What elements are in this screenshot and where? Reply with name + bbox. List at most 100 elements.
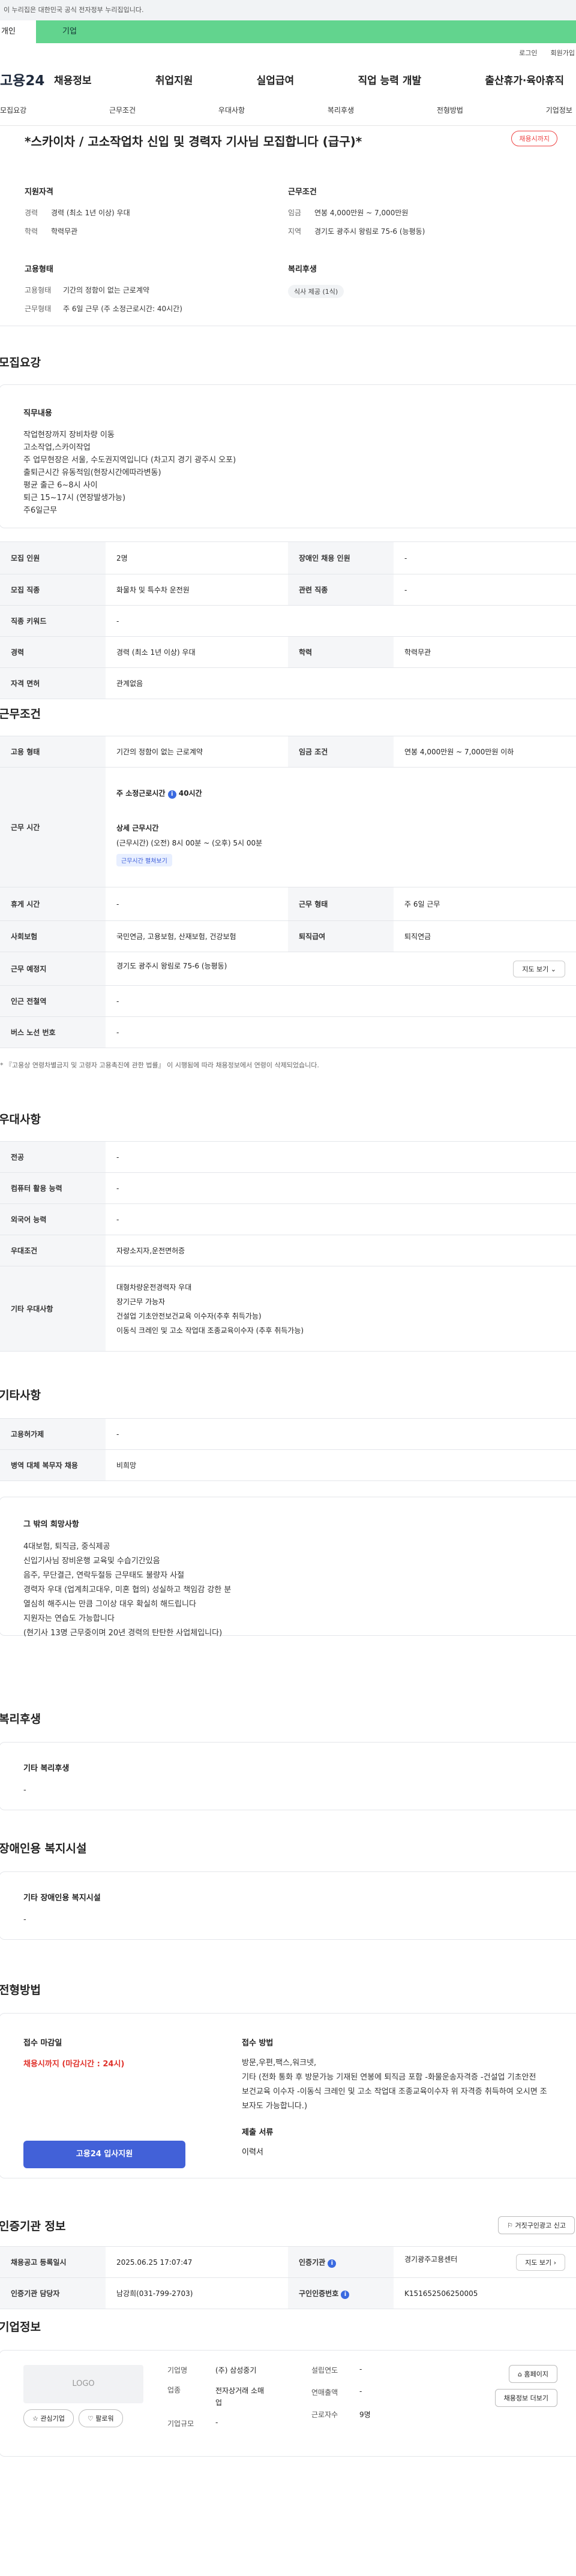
anchor-process[interactable]: 전형방법 — [437, 105, 463, 115]
cell-key: 모집 직종 — [0, 574, 106, 606]
anchor-pref[interactable]: 우대사항 — [218, 105, 245, 115]
anchor-work[interactable]: 근무조건 — [109, 105, 136, 115]
docs-heading: 제출 서류 — [242, 2128, 274, 2137]
cell-value: - — [106, 1016, 576, 1048]
cell-key: 근무 시간 — [0, 767, 106, 887]
signup-link[interactable]: 회원가입 — [551, 43, 575, 64]
agency-map-button[interactable]: 지도 보기 › — [516, 2253, 565, 2271]
chevron-down-icon: ⌄ — [550, 965, 556, 973]
process-heading: 전형방법 — [0, 1984, 41, 1997]
disability-section: 장애인용 복지시설 기타 장애인용 복지시설 - — [0, 1828, 576, 1969]
cell-key: 근무 예정지 — [0, 952, 106, 986]
cell-key: 임금 조건 — [288, 736, 394, 768]
nav-skill-dev[interactable]: 직업 능력 개발 — [352, 72, 427, 87]
welfare-heading: 복리후생 — [288, 265, 317, 274]
home-icon: ⌂ — [518, 2370, 523, 2378]
user-type-tabs: 개인 기업 — [0, 20, 576, 43]
expand-hours-button[interactable]: 근무시간 펼쳐보기 — [116, 854, 172, 866]
wish-line: 신입기사님 장비운행 교육및 수습기간있음 — [23, 1557, 160, 1566]
utility-links: 로그인 회원가입 — [0, 43, 576, 64]
info-icon[interactable]: i — [167, 790, 176, 799]
tab-company[interactable]: 기업 — [36, 20, 576, 43]
kv-key: 임금 — [288, 209, 302, 217]
cell-value: - — [106, 1172, 576, 1204]
star-icon: ☆ — [32, 2415, 38, 2422]
tab-personal[interactable]: 개인 — [0, 20, 36, 43]
company-employees: 9명 — [359, 2411, 371, 2419]
cell-value: 주 6일 근무 — [394, 887, 576, 921]
job-title: *스카이차 / 고소작업차 신입 및 경력자 기사님 모집합니다 (급구)* — [25, 134, 362, 149]
cell-value: 비희망 — [106, 1449, 576, 1481]
pref-line: 이동식 크레인 및 고소 작업대 조종교육이수자 (추후 취득가능) — [116, 1326, 304, 1335]
report-ad-button[interactable]: ⚐ 거짓구인광고 신고 — [498, 2216, 575, 2234]
duty-line: 평균 출근 6~8시 사이 — [23, 481, 98, 490]
kv-value: 주 6일 근무 (주 소정근로시간: 40시간) — [63, 305, 182, 313]
cell-value: 경기광주고용센터 지도 보기 › — [394, 2246, 576, 2278]
kv-key: 고용형태 — [25, 286, 52, 294]
pref-table: 전공 - 컴퓨터 활용 능력 - 외국어 능력 - 우대조건 자량소지자,운전면허증 기… — [0, 1141, 576, 1352]
company-biz: 업 — [215, 2399, 223, 2407]
cell-value: - — [106, 1418, 576, 1450]
kv-key: 기업명 — [167, 2366, 188, 2375]
anchor-recruit[interactable]: 모집요강 — [0, 105, 26, 115]
site-logo[interactable]: 고용24 — [0, 69, 48, 89]
welfare-box: 기타 복리후생 - — [0, 1742, 576, 1810]
cell-value: 자량소지자,운전면허증 — [106, 1235, 576, 1266]
cell-key: 기타 우대사항 — [0, 1266, 106, 1352]
more-jobs-button[interactable]: 채용정보 더보기 — [494, 2389, 557, 2407]
nav-employment-support[interactable]: 취업지원 — [149, 72, 199, 87]
cell-value: 국민연금, 고용보험, 산재보험, 건강보험 — [106, 920, 288, 952]
table-row: 인근 전철역 - — [0, 985, 576, 1017]
duty-line: 고소작업,스카이작업 — [23, 443, 91, 452]
deadline-badge: 채용시까지 — [511, 131, 557, 146]
welfare-box-heading: 기타 복리후생 — [23, 1764, 70, 1773]
nav-unemployment-benefit[interactable]: 실업급여 — [251, 72, 301, 87]
cell-key: 인근 전철역 — [0, 985, 106, 1017]
qualification-heading: 지원자격 — [25, 188, 53, 197]
chevron-right-icon: › — [553, 2258, 556, 2267]
cell-key: 외국어 능력 — [0, 1203, 106, 1235]
duty-box: 직무내용 작업현장까지 장비차량 이동 고소작업,스카이작업 주 업무현장은 서… — [0, 384, 576, 528]
weekly-hours-label: 주 소정근로시간 — [116, 789, 166, 798]
cell-value: - — [394, 574, 576, 606]
cell-key: 우대조건 — [0, 1235, 106, 1266]
cell-key: 근무 형태 — [288, 887, 394, 921]
nav-leave[interactable]: 출산휴가·육아휴직 — [479, 72, 570, 87]
info-icon[interactable]: i — [328, 2259, 337, 2268]
anchor-company[interactable]: 기업정보 — [546, 105, 572, 115]
cell-key: 채용공고 등록일시 — [0, 2246, 106, 2278]
company-biz: 전자상거래 소매 — [215, 2387, 265, 2395]
homepage-button[interactable]: ⌂ 홈페이지 — [509, 2365, 557, 2383]
cell-key: 전공 — [0, 1141, 106, 1173]
info-icon[interactable]: i — [341, 2290, 350, 2299]
cell-value: 화물차 및 특수차 운전원 — [106, 574, 288, 606]
nav-jobs[interactable]: 채용정보 — [48, 72, 98, 87]
table-row: 근무 예정지 경기도 광주시 왕림로 75-6 (능평동) 지도 보기 ⌄ — [0, 952, 576, 986]
duty-line: 출퇴근시간 유동적임(현장시간에따라변동) — [23, 468, 161, 477]
table-row: 외국어 능력 - — [0, 1203, 576, 1235]
anchor-welfare[interactable]: 복리후생 — [328, 105, 354, 115]
cell-value: K151652506250005 — [394, 2277, 576, 2309]
cell-value: - — [106, 1203, 576, 1235]
pref-line: 건설업 기초안전보건교육 이수자(추후 취득가능) — [116, 1311, 262, 1320]
extra-wishes-box: 그 밖의 희망사항 4대보험, 퇴직금, 중식제공 신입기사님 장비운행 교육및… — [0, 1497, 576, 1638]
login-link[interactable]: 로그인 — [519, 43, 537, 64]
map-view-button[interactable]: 지도 보기 ⌄ — [513, 960, 565, 977]
welfare-section: 복리후생 기타 복리후생 - — [0, 1698, 576, 1828]
table-row: 사회보험 국민연금, 고용보험, 산재보험, 건강보험 퇴직급여 퇴직연금 — [0, 920, 576, 952]
process-section: 전형방법 접수 마감일 채용시까지 (마감시간 : 24시) 고용24 입사지원… — [0, 1969, 576, 2205]
weekly-hours-value: 40시간 — [178, 789, 202, 798]
work-table: 고용 형태 기간의 정함이 없는 근로계약 임금 조건 연봉 4,000만원 ~… — [0, 736, 576, 1048]
wish-line: 지원자는 연습도 가능합니다 — [23, 1614, 115, 1623]
apply-button[interactable]: 고용24 입사지원 — [23, 2141, 185, 2168]
employment-type-heading: 고용형태 — [25, 265, 53, 274]
duty-line: 주 업무현장은 서울, 수도권지역입니다 (차고지 경기 광주시 오포) — [23, 456, 236, 465]
cell-value: 학력무관 — [394, 636, 576, 668]
favorite-company-button[interactable]: ☆ 관심기업 — [23, 2409, 74, 2427]
method-heading: 접수 방법 — [242, 2039, 274, 2048]
duty-heading: 직무내용 — [23, 409, 52, 418]
follow-button[interactable]: ♡ 팔로워 — [78, 2409, 123, 2427]
company-heading: 기업정보 — [0, 2321, 41, 2334]
pref-section: 우대사항 전공 - 컴퓨터 활용 능력 - 외국어 능력 - 우대조건 자량소지자,운전… — [0, 1099, 576, 1374]
cell-value: - — [394, 541, 576, 574]
